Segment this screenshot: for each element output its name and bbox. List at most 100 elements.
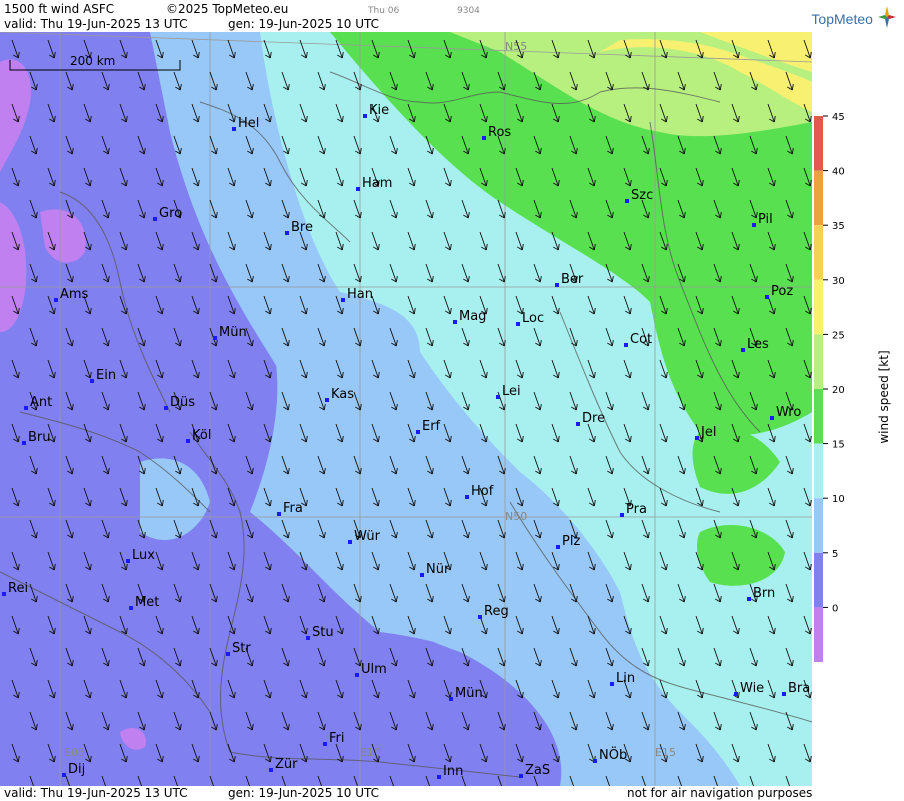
- city-marker: [213, 336, 217, 340]
- city-marker: [153, 217, 157, 221]
- city-marker: [2, 592, 6, 596]
- city-marker: [482, 136, 486, 140]
- city-marker: [416, 430, 420, 434]
- city-label: Mün: [455, 686, 483, 701]
- wind-map[interactable]: 200 km N55 N50 E05 E10 E15 Kie Hel Ros Ham G…: [0, 32, 812, 786]
- city-label: Ulm: [361, 662, 387, 677]
- city-label: Ros: [488, 125, 511, 140]
- city-marker: [624, 343, 628, 347]
- product-title: 1500 ft wind ASFC: [4, 2, 115, 16]
- run-code: 9304: [457, 6, 480, 16]
- city-marker: [555, 283, 559, 287]
- city-label: Bru: [28, 430, 51, 445]
- legend-swatch: [814, 279, 823, 335]
- legend-swatch: [814, 552, 823, 608]
- city-marker: [453, 320, 457, 324]
- city-mün2: Mün: [449, 686, 483, 701]
- city-label: Cot: [630, 332, 652, 347]
- legend-swatch: [814, 334, 823, 389]
- city-label: Ber: [561, 272, 584, 287]
- grid-label-e15: E15: [655, 746, 676, 759]
- city-marker: [356, 187, 360, 191]
- city-marker: [478, 615, 482, 619]
- city-marker: [164, 406, 168, 410]
- city-label: Jel: [700, 425, 716, 440]
- city-marker: [126, 559, 130, 563]
- city-label: Reg: [484, 604, 509, 619]
- legend-swatch: [814, 170, 823, 226]
- city-marker: [232, 127, 236, 131]
- city-marker: [556, 545, 560, 549]
- city-label: Mag: [459, 309, 486, 324]
- city-marker: [285, 231, 289, 235]
- generated-time: gen: 19-Jun-2025 10 UTC: [228, 17, 380, 31]
- legend-tick-label: 5: [832, 549, 838, 560]
- legend-axis-label: wind speed [kt]: [877, 350, 891, 443]
- city-marker: [620, 513, 624, 517]
- city-marker: [770, 416, 774, 420]
- city-label: Str: [232, 641, 251, 656]
- city-marker: [695, 436, 699, 440]
- footer-generated-time: gen: 19-Jun-2025 10 UTC: [228, 786, 380, 800]
- city-marker: [734, 692, 738, 696]
- city-label: Lux: [132, 548, 155, 563]
- city-label: Plz: [562, 534, 580, 549]
- topmeteo-logo[interactable]: TopMeteo: [811, 6, 896, 28]
- city-marker: [437, 775, 441, 779]
- city-marker: [516, 322, 520, 326]
- city-label: Bra: [788, 681, 810, 696]
- grid-label-e10: E10: [360, 746, 381, 759]
- legend-color-bar: [814, 116, 823, 662]
- city-label: Fra: [283, 501, 303, 516]
- city-label: Fri: [329, 731, 345, 746]
- legend-swatch: [814, 498, 823, 553]
- logo-text: TopMeteo: [811, 11, 873, 27]
- city-label: Ham: [362, 176, 392, 191]
- legend-tick-label: 0: [832, 603, 838, 614]
- legend-ticks: 45 40 35 30 25 20 15 10 5 0: [823, 112, 845, 614]
- city-marker: [90, 379, 94, 383]
- grid-label-n55: N55: [505, 40, 527, 53]
- city-label: Köl: [192, 428, 211, 443]
- city-marker: [226, 652, 230, 656]
- city-marker: [54, 298, 58, 302]
- disclaimer: not for air navigation purposes: [627, 786, 813, 800]
- footer-bar: valid: Thu 19-Jun-2025 13 UTC gen: 19-Ju…: [0, 786, 904, 801]
- day-indicator: Thu 06: [368, 6, 400, 16]
- city-marker: [24, 406, 28, 410]
- city-marker: [186, 439, 190, 443]
- header-bar: 1500 ft wind ASFC ©2025 TopMeteo.eu Thu …: [0, 0, 904, 32]
- city-label: Pra: [626, 502, 647, 517]
- city-label: Pil: [758, 212, 773, 227]
- city-marker: [62, 773, 66, 777]
- copyright: ©2025 TopMeteo.eu: [166, 2, 289, 16]
- city-mün: Mün: [213, 325, 247, 340]
- city-marker: [306, 636, 310, 640]
- city-label: Nür: [426, 562, 450, 577]
- city-marker: [129, 606, 133, 610]
- city-label: Gro: [159, 206, 182, 221]
- city-marker: [355, 673, 359, 677]
- city-nöb: NÖb: [593, 746, 627, 763]
- city-marker: [741, 348, 745, 352]
- city-label: NÖb: [599, 746, 627, 763]
- city-marker: [782, 692, 786, 696]
- city-label: Erf: [422, 419, 441, 434]
- city-label: Ein: [96, 368, 116, 383]
- legend-swatch: [814, 389, 823, 444]
- city-label: Hof: [471, 484, 494, 499]
- city-label: Wro: [776, 405, 801, 420]
- city-marker: [576, 422, 580, 426]
- legend-tick-label: 25: [832, 330, 845, 341]
- city-mag: Mag: [453, 309, 486, 324]
- city-label: Met: [135, 595, 159, 610]
- legend-tick-label: 45: [832, 112, 845, 123]
- legend-tick-label: 30: [832, 276, 845, 287]
- city-label: Dre: [582, 411, 605, 426]
- city-marker: [593, 759, 597, 763]
- city-label: Kie: [369, 103, 389, 118]
- city-marker: [752, 223, 756, 227]
- city-label: Mün: [219, 325, 247, 340]
- city-label: Inn: [443, 764, 463, 779]
- city-label: Lin: [616, 671, 635, 686]
